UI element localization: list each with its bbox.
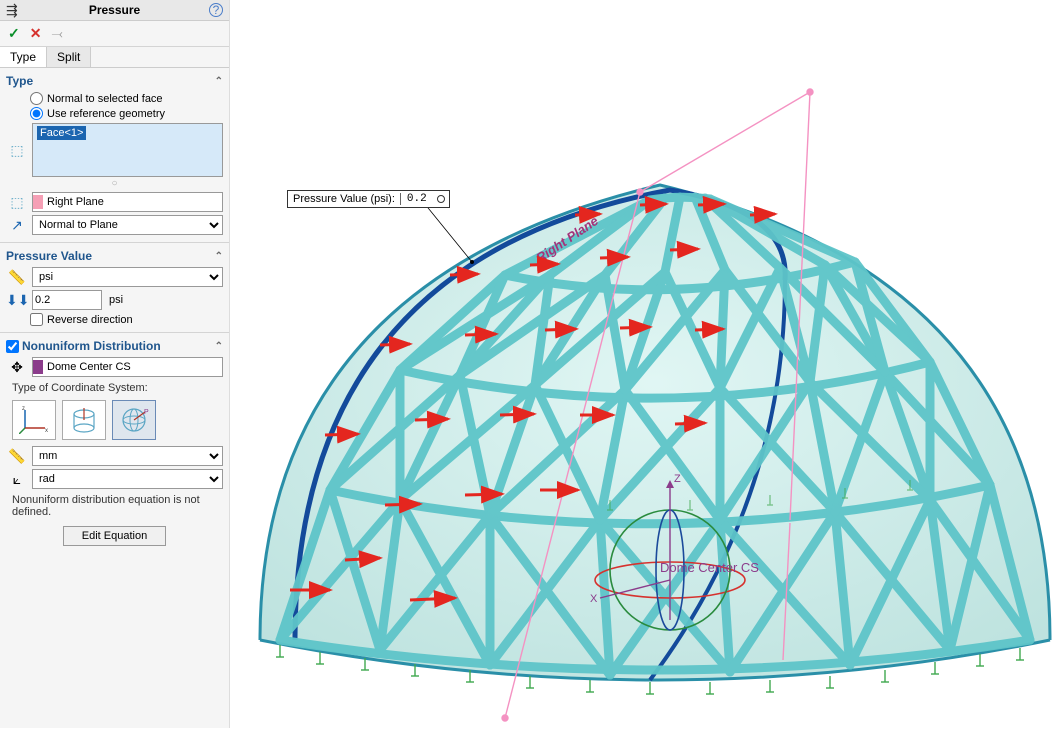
swatch-cs (33, 360, 43, 374)
unit-row: 📏 psi (6, 267, 223, 287)
svg-text:Dome Center CS: Dome Center CS (660, 560, 759, 575)
type-section: Type ⌃ Normal to selected face Use refer… (0, 68, 229, 243)
pressure-callout[interactable]: Pressure Value (psi): 0.2 (287, 190, 450, 208)
opt-ref-geometry[interactable]: Use reference geometry (30, 107, 223, 120)
pressure-value-section: Pressure Value ⌃ 📏 psi ⬇⬇⬇ psi Reverse d… (0, 243, 229, 333)
pin-button[interactable]: ⤙ (51, 25, 62, 42)
face-icon: ⬚ (6, 142, 28, 159)
cs-field[interactable]: Dome Center CS (32, 357, 223, 377)
reverse-direction[interactable]: Reverse direction (30, 313, 223, 326)
callout-value: 0.2 (401, 193, 433, 205)
svg-text:Z: Z (674, 473, 681, 485)
value-unit: psi (106, 294, 123, 306)
panel-header: ⇶ Pressure ? (0, 0, 229, 21)
plane-row: ⬚ Right Plane (6, 192, 223, 212)
unit-icon: 📏 (6, 269, 28, 286)
ok-button[interactable]: ✓ (8, 25, 20, 42)
help-icon[interactable]: ? (209, 3, 223, 17)
panel-title: Pressure (89, 3, 140, 17)
face-selected-item[interactable]: Face<1> (37, 126, 86, 140)
pressure-value-input[interactable] (32, 290, 102, 310)
svg-text:x: x (45, 428, 48, 434)
property-panel: ⇶ Pressure ? ✓ ✕ ⤙ Type Split Type ⌃ Nor… (0, 0, 230, 728)
collapse-icon: ⌃ (215, 76, 223, 87)
plane-field[interactable]: Right Plane (32, 192, 223, 212)
cs-spherical[interactable]: P (112, 400, 156, 440)
cs-row: ✥ Dome Center CS (6, 357, 223, 377)
length-icon: 📏 (6, 448, 28, 465)
graphics-viewport[interactable]: Right Plane Z X Dome (230, 0, 1062, 728)
pressure-icon: ⇶ (6, 2, 18, 19)
action-row: ✓ ✕ ⤙ (0, 21, 229, 47)
nonuniform-section: Nonuniform Distribution ⌃ ✥ Dome Center … (0, 333, 229, 558)
equation-note: Nonuniform distribution equation is not … (6, 492, 223, 520)
direction-icon: ↗ (6, 217, 28, 234)
cs-type-label: Type of Coordinate System: (6, 380, 223, 396)
pressure-value-header[interactable]: Pressure Value ⌃ (6, 249, 223, 263)
cs-icon: ✥ (6, 359, 28, 376)
value-icon: ⬇⬇⬇ (6, 292, 28, 309)
direction-select[interactable]: Normal to Plane (32, 215, 223, 235)
cs-type-buttons: zx P (12, 400, 223, 440)
tab-type[interactable]: Type (0, 47, 47, 67)
svg-text:P: P (144, 409, 149, 416)
resize-grip[interactable]: ○ (6, 178, 223, 189)
cs-cylindrical[interactable] (62, 400, 106, 440)
cs-cartesian[interactable]: zx (12, 400, 56, 440)
callout-label: Pressure Value (psi): (288, 193, 401, 205)
edit-equation-button[interactable]: Edit Equation (63, 526, 166, 546)
collapse-icon: ⌃ (215, 251, 223, 262)
value-row: ⬇⬇⬇ psi (6, 290, 223, 310)
unit-select[interactable]: psi (32, 267, 223, 287)
angle-unit-row: ⟀ rad (6, 469, 223, 489)
tab-row: Type Split (0, 47, 229, 68)
face-select-row: ⬚ Face<1> (6, 123, 223, 177)
type-header[interactable]: Type ⌃ (6, 74, 223, 88)
plane-icon: ⬚ (6, 194, 28, 211)
direction-row: ↗ Normal to Plane (6, 215, 223, 235)
swatch-plane (33, 195, 43, 209)
tab-split[interactable]: Split (47, 47, 91, 67)
angle-unit-select[interactable]: rad (32, 469, 223, 489)
nonuniform-header[interactable]: Nonuniform Distribution ⌃ (6, 339, 223, 353)
angle-icon: ⟀ (6, 471, 28, 488)
length-unit-row: 📏 mm (6, 446, 223, 466)
cancel-button[interactable]: ✕ (30, 25, 42, 42)
collapse-icon: ⌃ (215, 341, 223, 352)
face-selection-box[interactable]: Face<1> (32, 123, 223, 177)
opt-normal-face[interactable]: Normal to selected face (30, 92, 223, 105)
callout-handle[interactable] (437, 195, 445, 203)
length-unit-select[interactable]: mm (32, 446, 223, 466)
svg-text:X: X (590, 593, 598, 605)
svg-text:z: z (22, 406, 25, 412)
